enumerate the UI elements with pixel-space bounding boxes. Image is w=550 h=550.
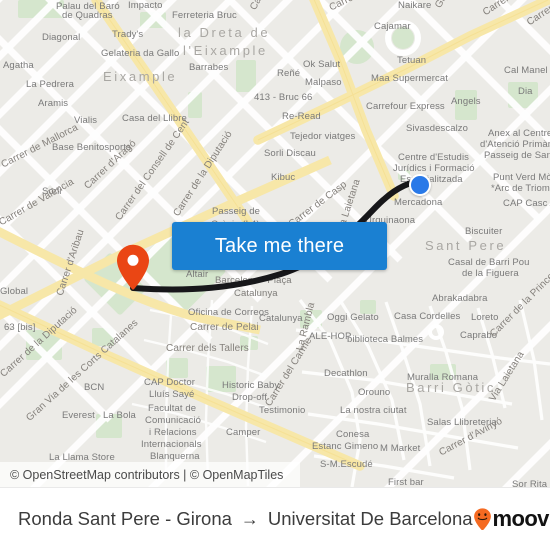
- moovit-map-screen: Palau del Baró de Quadras Impacto Ferreteri…: [0, 0, 550, 550]
- take-me-there-button[interactable]: Take me there: [172, 222, 387, 270]
- map-pin-icon: [117, 244, 149, 290]
- destination-pin[interactable]: [116, 244, 150, 290]
- origin-dot[interactable]: [409, 174, 431, 196]
- origin-label: Ronda Sant Pere - Girona: [18, 508, 232, 529]
- map-canvas[interactable]: Palau del Baró de Quadras Impacto Ferreteri…: [0, 0, 550, 487]
- destination-label: Universitat De Barcelona: [267, 508, 473, 529]
- arrow-icon: →: [240, 508, 259, 529]
- moovit-logo[interactable]: moovit: [473, 506, 550, 532]
- footer-bar: Ronda Sant Pere - Girona → Universitat D…: [0, 487, 550, 550]
- map-attribution[interactable]: © OpenStreetMap contributors | © OpenMap…: [0, 462, 300, 487]
- moovit-pin-smiley-icon: [473, 508, 491, 530]
- route-summary: Ronda Sant Pere - Girona → Universitat D…: [18, 508, 473, 530]
- moovit-wordmark: moovit: [492, 506, 550, 531]
